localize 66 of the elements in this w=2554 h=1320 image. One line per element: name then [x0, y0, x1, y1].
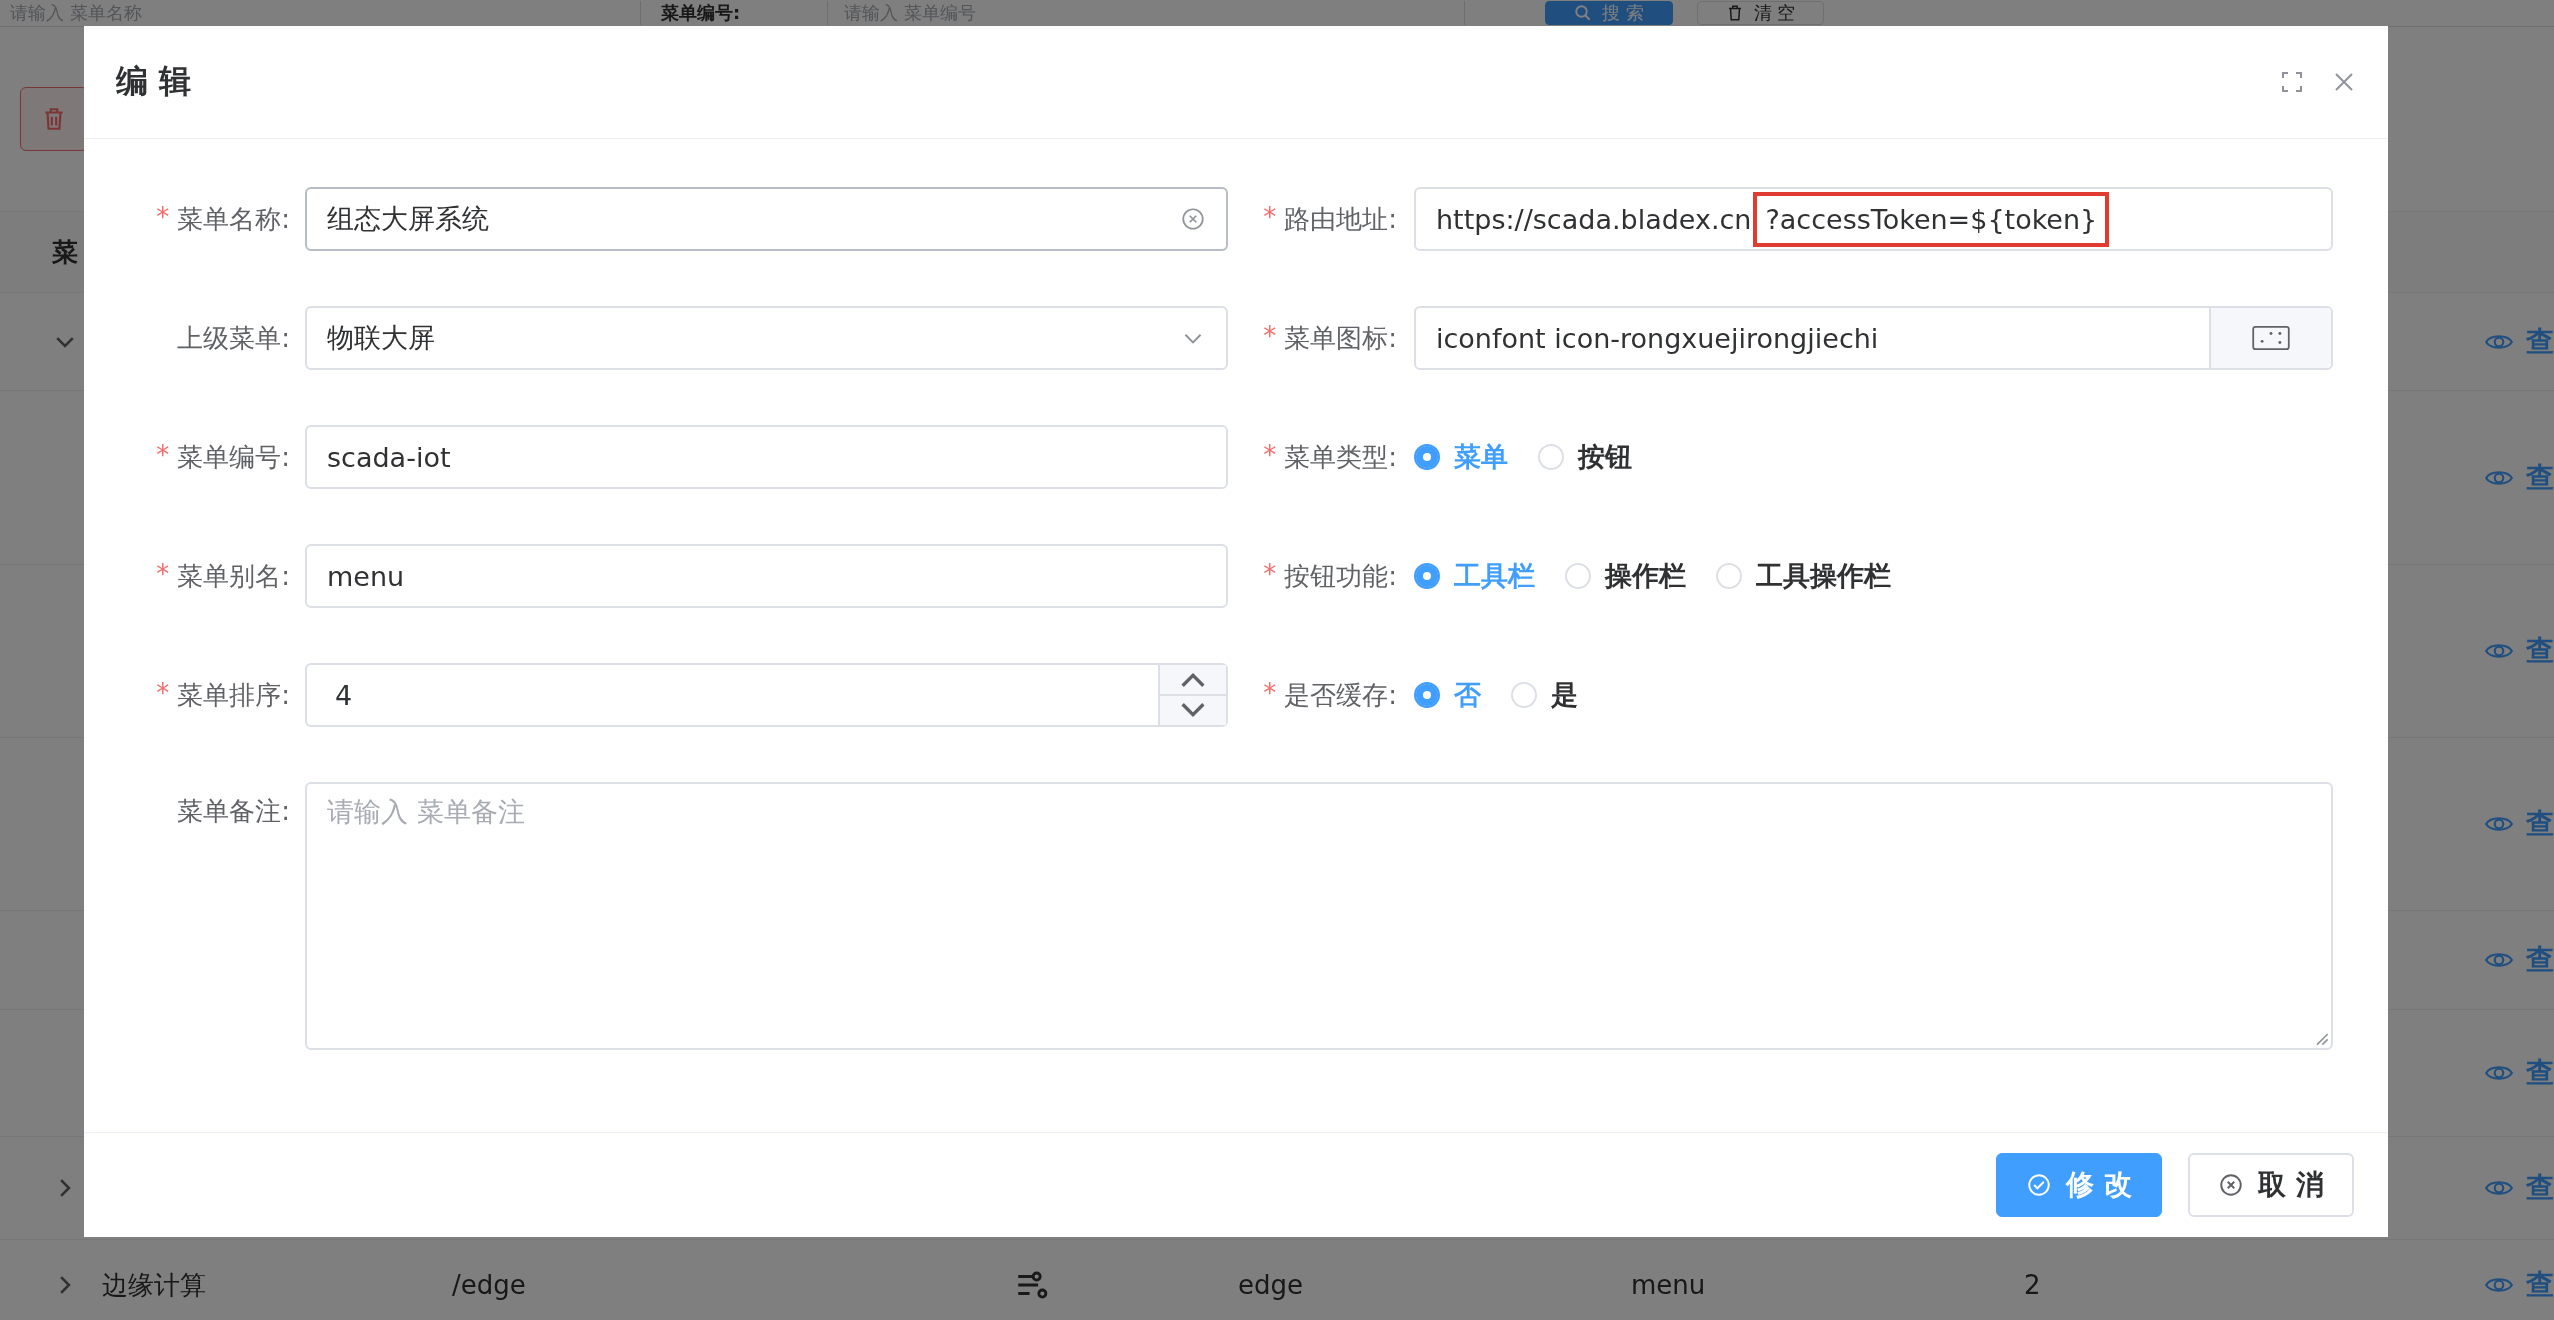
table-cell: 2 — [2024, 1270, 2041, 1300]
clear-button[interactable]: 清 空 — [1696, 1, 1825, 25]
required-mark: * — [156, 558, 170, 591]
field-label: 菜单图标: — [1284, 321, 1397, 355]
required-mark: * — [1263, 439, 1277, 472]
radio-option[interactable]: 按钮 — [1538, 439, 1632, 475]
number-field[interactable]: 4 — [305, 663, 1228, 727]
search-icon — [1574, 4, 1592, 22]
radio-option[interactable]: 操作栏 — [1565, 558, 1686, 594]
select-field[interactable]: 物联大屏 — [305, 306, 1228, 370]
close-circle-icon — [2218, 1172, 2245, 1198]
radio-option[interactable]: 是 — [1511, 677, 1578, 713]
field-label: 路由地址: — [1284, 202, 1397, 236]
input-field[interactable]: menu — [305, 544, 1228, 608]
view-link[interactable]: 查 — [2526, 1266, 2554, 1304]
view-link[interactable]: 查 — [2526, 941, 2554, 979]
input-field[interactable]: https://scada.bladex.cn ?accessToken=${token} — [1414, 187, 2333, 251]
submit-button[interactable]: 修 改 — [1996, 1153, 2162, 1217]
table-cell: /edge — [452, 1270, 526, 1300]
radio-option[interactable]: 工具操作栏 — [1716, 558, 1891, 594]
field-value: scada-iot — [327, 441, 451, 473]
dialog-title: 编 辑 — [116, 61, 192, 102]
search-button[interactable]: 搜 索 — [1545, 1, 1673, 25]
field-label: 菜单编号: — [641, 1, 828, 25]
view-link[interactable]: 查 — [2526, 458, 2554, 497]
view-link[interactable]: 查 — [2526, 1054, 2554, 1092]
icon-picker-button[interactable] — [2209, 308, 2331, 368]
clear-icon[interactable] — [1180, 206, 1206, 232]
table-cell-text: 边缘计算 — [102, 1268, 206, 1302]
field-label: 菜单类型: — [1284, 440, 1397, 474]
field-label: 菜单编号: — [177, 440, 290, 474]
required-mark: * — [156, 201, 170, 234]
field-value: https://scada.bladex.cn — [1436, 203, 1752, 235]
field-value: 组态大屏系统 — [327, 202, 489, 236]
required-mark: * — [1263, 201, 1277, 234]
field-label: 按钮功能: — [1284, 559, 1397, 593]
field-label: 菜单名称: — [177, 202, 290, 236]
dotted-frame-icon — [2251, 324, 2291, 352]
field-label: 上级菜单: — [177, 321, 290, 355]
required-mark: * — [1263, 320, 1277, 353]
input-field[interactable]: scada-iot — [305, 425, 1228, 489]
view-link[interactable]: 查 — [2526, 1169, 2554, 1207]
icon-field[interactable]: iconfont icon-rongxuejirongjiechi — [1414, 306, 2333, 370]
radio-option[interactable]: 否 — [1414, 677, 1481, 713]
view-link[interactable]: 查 — [2526, 322, 2554, 361]
field-value: menu — [327, 560, 405, 592]
required-mark: * — [1263, 677, 1277, 710]
field-label: 菜单别名: — [177, 559, 290, 593]
column-header: 菜 — [52, 235, 78, 269]
required-mark: * — [156, 677, 170, 710]
field-label: 菜单备注: — [177, 795, 290, 828]
textarea-field[interactable]: 请输入 菜单备注 — [305, 782, 2333, 1050]
table-cell: edge — [1238, 1270, 1303, 1300]
field-label: 菜单排序: — [177, 678, 290, 712]
fullscreen-icon[interactable] — [2280, 70, 2304, 94]
table-cell: menu — [1631, 1270, 1706, 1300]
check-circle-icon — [2026, 1172, 2053, 1198]
required-mark: * — [1263, 558, 1277, 591]
field-label: 是否缓存: — [1284, 678, 1397, 712]
view-link[interactable]: 查 — [2526, 632, 2554, 670]
input-field[interactable]: 组态大屏系统 — [305, 187, 1228, 251]
required-mark: * — [156, 439, 170, 472]
radio-option[interactable]: 菜单 — [1414, 439, 1508, 475]
radio-option[interactable]: 工具栏 — [1414, 558, 1535, 594]
view-link[interactable]: 查 — [2526, 805, 2554, 843]
cancel-button[interactable]: 取 消 — [2188, 1153, 2354, 1217]
